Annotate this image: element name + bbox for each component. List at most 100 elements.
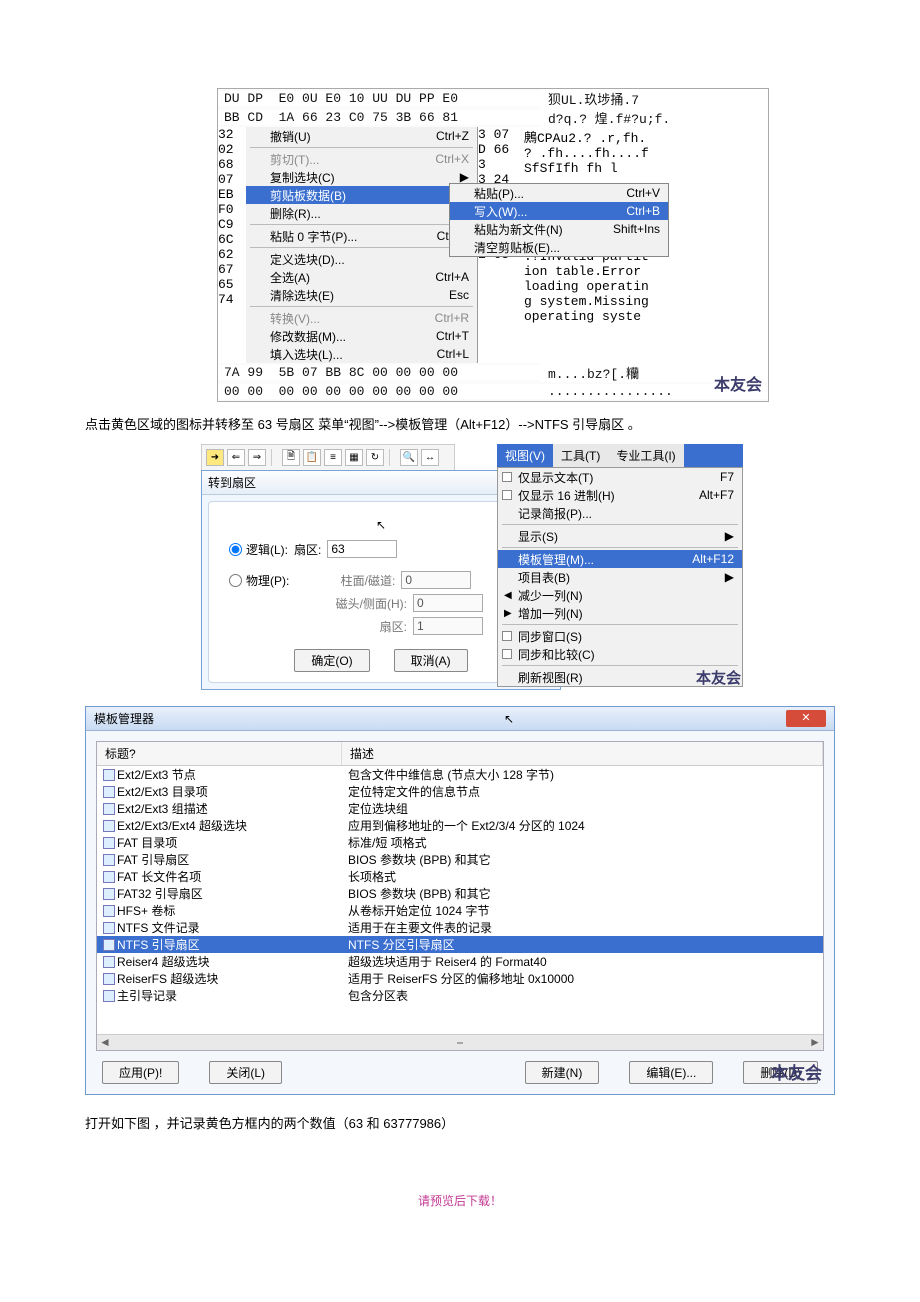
view-menu-block: 视图(V) 工具(T) 专业工具(I) 仅显示文本(T)F7 仅显示 16 进制… xyxy=(497,444,743,690)
vm-template-manager[interactable]: 模板管理(M)...Alt+F12 xyxy=(498,550,742,568)
dialog-title: 转到扇区 xyxy=(208,474,256,491)
template-row[interactable]: Ext2/Ext3/Ext4 超级选块应用到偏移地址的一个 Ext2/3/4 分… xyxy=(97,817,823,834)
template-row[interactable]: Reiser4 超级选块超级选块适用于 Reiser4 的 Format40 xyxy=(97,953,823,970)
vm-item-table[interactable]: 项目表(B)▶ xyxy=(498,568,742,586)
checkbox-icon xyxy=(502,649,512,659)
template-row[interactable]: NTFS 引导扇区NTFS 分区引导扇区 xyxy=(97,936,823,953)
vm-more-column[interactable]: ▶增加一列(N) xyxy=(498,604,742,622)
separator xyxy=(250,224,473,225)
submenu-paste-new-file[interactable]: 粘贴为新文件(N)Shift+Ins xyxy=(450,220,668,238)
edit-button[interactable]: 编辑(E)... xyxy=(629,1061,713,1084)
horizontal-scrollbar[interactable]: ◄⎯► xyxy=(97,1034,823,1050)
refresh-icon[interactable]: ↻ xyxy=(366,449,384,466)
menu-clipboard-data[interactable]: 剪贴板数据(B)▶ xyxy=(246,186,477,204)
head-label: 磁头/侧面(H): xyxy=(307,595,407,612)
menu-modify-data[interactable]: 修改数据(M)...Ctrl+T xyxy=(246,327,477,345)
menubar: 视图(V) 工具(T) 专业工具(I) xyxy=(497,444,743,467)
footer-text: 请预览后下载！ xyxy=(85,1192,835,1209)
template-row[interactable]: FAT 引导扇区BIOS 参数块 (BPB) 和其它 xyxy=(97,851,823,868)
menu-pro-tools[interactable]: 专业工具(I) xyxy=(608,444,683,467)
template-row[interactable]: Ext2/Ext3 组描述定位选块组 xyxy=(97,800,823,817)
logical-radio[interactable]: 逻辑(L): xyxy=(229,541,288,558)
col-title[interactable]: 标题? xyxy=(97,742,342,765)
scroll-left-icon[interactable]: ◄ xyxy=(97,1035,113,1050)
template-row[interactable]: 主引导记录包含分区表 xyxy=(97,987,823,1004)
separator xyxy=(502,524,738,525)
hex-left-peek: 32 02 68 07 EB F0 C9 6C 62 67 65 74 xyxy=(218,127,246,363)
physical-radio[interactable]: 物理(P): xyxy=(229,572,289,589)
vm-text-only[interactable]: 仅显示文本(T)F7 xyxy=(498,468,742,486)
template-manager-dialog: 模板管理器 ↖ ✕ 标题? 描述 Ext2/Ext3 节点包含文件中维信息 (节… xyxy=(85,706,835,1095)
menu-undo[interactable]: 撤销(U)Ctrl+Z xyxy=(246,127,477,145)
menu-convert[interactable]: 转换(V)...Ctrl+R xyxy=(246,309,477,327)
copy-icon[interactable]: 📋 xyxy=(303,449,321,466)
submenu-write[interactable]: 写入(W)...Ctrl+B xyxy=(450,202,668,220)
vm-hex-only[interactable]: 仅显示 16 进制(H)Alt+F7 xyxy=(498,486,742,504)
list-header: 标题? 描述 xyxy=(97,742,823,766)
vm-sync-compare[interactable]: 同步和比较(C) xyxy=(498,645,742,663)
tmgr-titlebar: 模板管理器 ↖ ✕ xyxy=(86,707,834,731)
scroll-right-icon[interactable]: ► xyxy=(807,1035,823,1050)
separator xyxy=(502,547,738,548)
fwd-icon[interactable]: ⇒ xyxy=(248,449,266,466)
separator xyxy=(250,147,473,148)
submenu-clear-clipboard[interactable]: 清空剪贴板(E)... xyxy=(450,238,668,256)
template-row[interactable]: Ext2/Ext3 节点包含文件中维信息 (节点大小 128 字节) xyxy=(97,766,823,783)
checkbox-icon xyxy=(502,490,512,500)
vm-sync-window[interactable]: 同步窗口(S) xyxy=(498,627,742,645)
file-icon[interactable]: 🗎 xyxy=(282,449,300,466)
hex-row: DU DP E0 0U E0 10 UU DU PP E0 狈UL.玖埗捅.7 xyxy=(218,89,768,108)
context-menu-area: 32 02 68 07 EB F0 C9 6C 62 67 65 74 撤销(U… xyxy=(218,127,768,363)
back-icon[interactable]: ⇐ xyxy=(227,449,245,466)
template-row[interactable]: FAT32 引导扇区BIOS 参数块 (BPB) 和其它 xyxy=(97,885,823,902)
apply-button[interactable]: 应用(P)! xyxy=(102,1061,179,1084)
template-row[interactable]: ReiserFS 超级选块适用于 ReiserFS 分区的偏移地址 0x1000… xyxy=(97,970,823,987)
hex-row: 00 00 00 00 00 00 00 00 00 00 ..........… xyxy=(218,382,768,401)
template-row[interactable]: FAT 目录项标准/短 项格式 xyxy=(97,834,823,851)
menu-view[interactable]: 视图(V) xyxy=(497,444,553,467)
vm-record-brief[interactable]: 记录简报(P)... xyxy=(498,504,742,522)
cursor-icon: ↖ xyxy=(229,518,533,532)
template-row[interactable]: FAT 长文件名项长项格式 xyxy=(97,868,823,885)
menu-cut[interactable]: 剪切(T)...Ctrl+X xyxy=(246,150,477,168)
triangle-right-icon: ▶ xyxy=(504,608,512,619)
goto-sector-icon[interactable]: ➜ xyxy=(206,449,224,466)
template-row[interactable]: NTFS 文件记录适用于在主要文件表的记录 xyxy=(97,919,823,936)
menu-tools[interactable]: 工具(T) xyxy=(553,444,608,467)
template-list: 标题? 描述 Ext2/Ext3 节点包含文件中维信息 (节点大小 128 字节… xyxy=(96,741,824,1051)
separator xyxy=(271,449,277,466)
toolbar: ➜ ⇐ ⇒ 🗎 📋 ≡ ▦ ↻ 🔍 ↔ xyxy=(201,444,455,471)
separator xyxy=(250,247,473,248)
menu-delete[interactable]: 删除(R)...Del xyxy=(246,204,477,222)
head-input xyxy=(413,594,483,612)
close-button[interactable]: 关闭(L) xyxy=(209,1061,282,1084)
menu-select-all[interactable]: 全选(A)Ctrl+A xyxy=(246,268,477,286)
vm-display[interactable]: 显示(S)▶ xyxy=(498,527,742,545)
submenu-paste[interactable]: 粘贴(P)...Ctrl+V xyxy=(450,184,668,202)
menu-copy-block[interactable]: 复制选块(C)▶ xyxy=(246,168,477,186)
menu-paste-zero[interactable]: 粘贴 0 字节(P)...Ctrl+0 xyxy=(246,227,477,245)
sector-input[interactable] xyxy=(327,540,397,558)
menu-clear-block[interactable]: 清除选块(E)Esc xyxy=(246,286,477,304)
hex-icon[interactable]: ≡ xyxy=(324,449,342,466)
col-desc[interactable]: 描述 xyxy=(342,742,823,765)
vm-less-column[interactable]: ◀减少一列(N) xyxy=(498,586,742,604)
cancel-button[interactable]: 取消(A) xyxy=(394,649,468,672)
cursor-icon: ↖ xyxy=(504,712,514,726)
chevron-icon[interactable]: ↔ xyxy=(421,449,439,466)
template-row[interactable]: HFS+ 卷标从卷标开始定位 1024 字节 xyxy=(97,902,823,919)
menu-fill-block[interactable]: 填入选块(L)...Ctrl+L xyxy=(246,345,477,363)
tmgr-button-row: 应用(P)! 关闭(L) 新建(N) 编辑(E)... 删除(D) xyxy=(96,1061,824,1084)
calc-icon[interactable]: ▦ xyxy=(345,449,363,466)
template-row[interactable]: Ext2/Ext3 目录项定位特定文件的信息节点 xyxy=(97,783,823,800)
search-icon[interactable]: 🔍 xyxy=(400,449,418,466)
separator xyxy=(502,624,738,625)
close-button[interactable]: ✕ xyxy=(786,710,826,727)
hex-editor-screenshot: DU DP E0 0U E0 10 UU DU PP E0 狈UL.玖埗捅.7 … xyxy=(217,88,769,402)
menu-define-block[interactable]: 定义选块(D)... xyxy=(246,250,477,268)
triangle-left-icon: ◀ xyxy=(504,590,512,601)
new-button[interactable]: 新建(N) xyxy=(525,1061,600,1084)
watermark: 本友会 xyxy=(696,667,741,688)
delete-button[interactable]: 删除(D) xyxy=(743,1061,818,1084)
ok-button[interactable]: 确定(O) xyxy=(294,649,369,672)
